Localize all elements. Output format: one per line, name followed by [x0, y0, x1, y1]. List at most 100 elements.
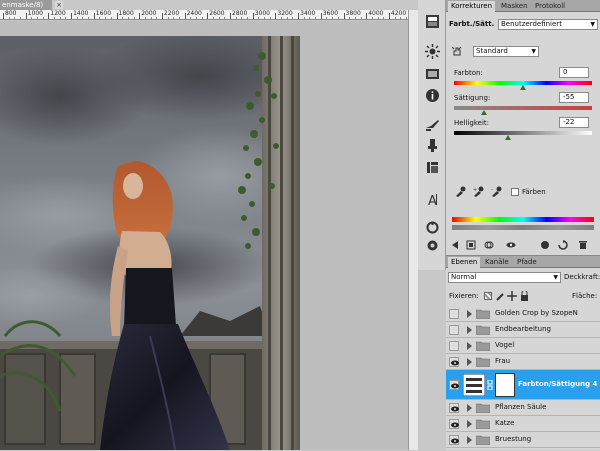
ruler-tick: [116, 13, 118, 19]
eyedropper-minus-icon[interactable]: -: [491, 186, 502, 197]
ruler-minor-tick: [315, 17, 317, 19]
layer-row[interactable]: Endbearbeitung: [446, 322, 600, 338]
layer-name: Endbearbeitung: [495, 325, 551, 333]
layer-visibility-toggle[interactable]: [449, 341, 459, 351]
saturation-slider-thumb[interactable]: [481, 110, 488, 115]
visibility-eye-icon[interactable]: [506, 240, 516, 250]
hue-slider-thumb[interactable]: [520, 85, 526, 90]
expand-triangle-icon[interactable]: [467, 342, 472, 350]
layer-visibility-toggle[interactable]: [449, 309, 459, 319]
ruler-tick: [343, 13, 345, 19]
expand-view-icon[interactable]: [466, 240, 476, 250]
hand-adjust-icon[interactable]: [452, 46, 463, 57]
expand-triangle-icon[interactable]: [467, 310, 472, 318]
chain-link-icon[interactable]: [487, 380, 493, 390]
ruler-tick: [298, 13, 300, 19]
ruler-label: 3200: [277, 10, 293, 17]
character-icon[interactable]: A: [425, 192, 440, 207]
ruler-tick: [184, 13, 186, 19]
ruler-label: 3800: [345, 10, 361, 17]
layer-row[interactable]: Golden Crop by SzopeN: [446, 306, 600, 322]
layer-visibility-toggle[interactable]: [449, 357, 459, 367]
brush-presets-icon[interactable]: [425, 118, 440, 133]
ruler-minor-tick: [303, 17, 305, 19]
saturation-slider-track[interactable]: [454, 106, 592, 110]
tab-korrekturen[interactable]: Korrekturen: [448, 1, 496, 12]
view-previous-icon[interactable]: [540, 240, 550, 250]
lock-position-icon[interactable]: [507, 291, 517, 301]
hue-input[interactable]: 0: [559, 67, 589, 78]
expand-triangle-icon[interactable]: [467, 358, 472, 366]
layer-row[interactable]: Frau: [446, 354, 600, 370]
reset-icon[interactable]: [558, 240, 568, 250]
tab-protokoll[interactable]: Protokoll: [532, 1, 568, 12]
ruler-tick: [25, 13, 27, 19]
tab-ebenen[interactable]: Ebenen: [448, 257, 481, 268]
ruler-minor-tick: [377, 17, 379, 19]
layer-name: Golden Crop by SzopeN: [495, 309, 578, 317]
lock-transparency-icon[interactable]: [484, 292, 492, 300]
styles-icon[interactable]: [425, 44, 440, 59]
layer-row[interactable]: Farbton/Sättigung 4: [446, 370, 600, 400]
svg-text:-: -: [491, 187, 493, 193]
expand-triangle-icon[interactable]: [467, 404, 472, 412]
tool-presets-icon[interactable]: [425, 160, 440, 175]
clip-to-layer-icon[interactable]: [484, 240, 494, 250]
layer-visibility-toggle[interactable]: [449, 325, 459, 335]
layer-comps-icon[interactable]: [425, 238, 440, 253]
tab-kanaele[interactable]: Kanäle: [482, 257, 512, 268]
fill-label: Fläche:: [572, 292, 598, 300]
eyedropper-icon[interactable]: [455, 186, 466, 197]
hue-label: Farbton:: [454, 69, 483, 77]
layer-row[interactable]: Katze: [446, 416, 600, 432]
ruler-minor-tick: [127, 17, 129, 19]
lightness-slider-thumb[interactable]: [504, 135, 511, 140]
eyedropper-plus-icon[interactable]: +: [473, 186, 484, 197]
saturation-input[interactable]: -55: [559, 92, 589, 103]
lock-all-icon[interactable]: [520, 291, 529, 301]
layer-visibility-toggle[interactable]: [449, 403, 459, 413]
blend-mode-select[interactable]: Normal ▼: [448, 272, 561, 283]
clone-source-icon[interactable]: [425, 138, 440, 153]
close-document-icon[interactable]: ×: [55, 1, 63, 9]
lightness-input[interactable]: -22: [559, 117, 589, 128]
folder-icon: [476, 357, 490, 367]
ruler-minor-tick: [76, 17, 78, 19]
expand-triangle-icon[interactable]: [467, 326, 472, 334]
mode-select[interactable]: Standard ▼: [473, 46, 539, 57]
layer-row[interactable]: Pflanzen Säule: [446, 400, 600, 416]
layer-visibility-toggle[interactable]: [449, 380, 459, 390]
expand-triangle-icon[interactable]: [467, 420, 472, 428]
layer-visibility-toggle[interactable]: [449, 419, 459, 429]
ruler-minor-tick: [371, 17, 373, 19]
back-arrow-icon[interactable]: [450, 240, 460, 250]
ruler-minor-tick: [173, 17, 175, 19]
preset-select[interactable]: Benutzerdefiniert ▼: [498, 19, 598, 30]
artwork-canvas[interactable]: [0, 36, 300, 450]
layer-row[interactable]: Vogel: [446, 338, 600, 354]
layer-row[interactable]: Bruestung: [446, 432, 600, 448]
layer-mask-thumbnail[interactable]: [496, 374, 514, 396]
info-icon[interactable]: [425, 88, 440, 103]
ruler-minor-tick: [178, 17, 180, 19]
ruler-minor-tick: [258, 17, 260, 19]
layer-name: Farbton/Sättigung 4: [518, 380, 598, 388]
adjustments-icon[interactable]: [425, 14, 440, 29]
navigator-icon[interactable]: [425, 66, 440, 81]
document-tab[interactable]: enmaske/8): [0, 0, 52, 10]
expand-triangle-icon[interactable]: [467, 436, 472, 444]
ruler-minor-tick: [292, 17, 294, 19]
adjustments-tabbar: Korrekturen Masken Protokoll: [446, 0, 600, 12]
canvas-area[interactable]: [0, 21, 408, 450]
lightness-slider-track[interactable]: [454, 131, 592, 135]
paragraph-icon[interactable]: [425, 220, 440, 235]
canvas-vertical-scrollbar[interactable]: [408, 10, 418, 450]
colorize-checkbox[interactable]: [511, 188, 519, 196]
lock-pixels-icon[interactable]: [496, 292, 505, 301]
tab-pfade[interactable]: Pfade: [514, 257, 540, 268]
trash-icon[interactable]: [578, 240, 588, 250]
ruler-tick: [320, 13, 322, 19]
tab-masken[interactable]: Masken: [498, 1, 531, 12]
layer-visibility-toggle[interactable]: [449, 435, 459, 445]
adjustment-type-label: Farbt./Sätt.: [449, 20, 495, 28]
